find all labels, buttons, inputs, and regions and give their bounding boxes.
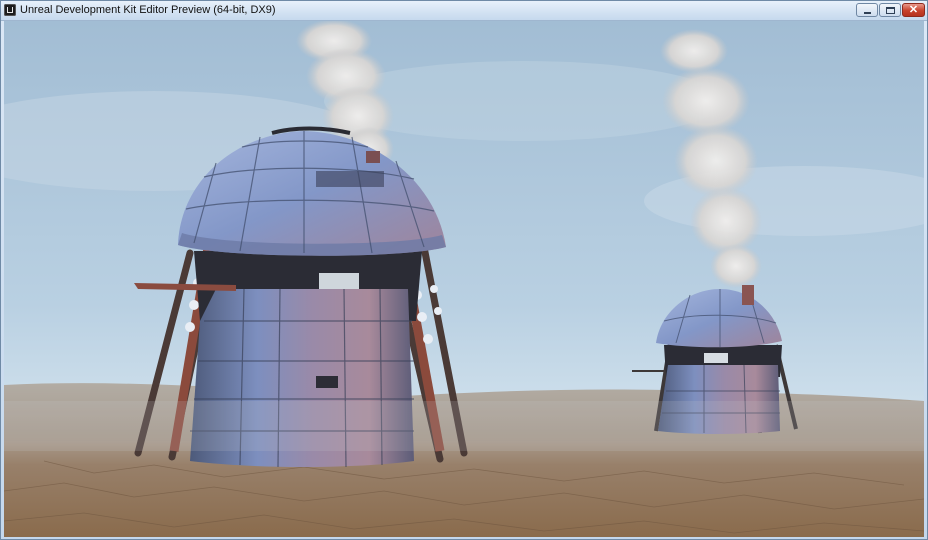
app-window: Unreal Development Kit Editor Preview (6… [0, 0, 928, 540]
minimize-button[interactable] [856, 3, 878, 17]
minimize-icon [864, 12, 871, 14]
close-button[interactable]: ✕ [902, 3, 925, 17]
close-icon: ✕ [908, 4, 919, 16]
maximize-icon [886, 7, 895, 14]
maximize-button[interactable] [879, 3, 901, 17]
udk-logo-icon[interactable] [4, 4, 16, 16]
game-viewport[interactable] [4, 21, 924, 537]
title-bar[interactable]: Unreal Development Kit Editor Preview (6… [1, 1, 927, 21]
scene-render [4, 21, 924, 537]
window-title: Unreal Development Kit Editor Preview (6… [20, 4, 276, 16]
